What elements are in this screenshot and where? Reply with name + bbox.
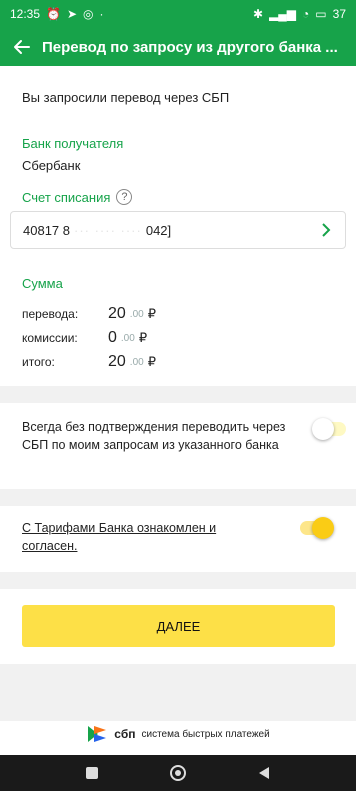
sum-row-currency: ₽: [147, 306, 156, 321]
recent-apps-icon[interactable]: [86, 767, 98, 779]
sbp-footer: сбп система быстрых платежей: [0, 711, 356, 757]
sum-row-transfer: перевода: 20 .00 ₽: [22, 304, 322, 324]
bank-label: Банк получателя: [22, 136, 124, 151]
account-label: Счет списания: [22, 189, 111, 205]
status-time: 12:35: [10, 7, 41, 21]
sum-row-name: перевода:: [22, 307, 79, 321]
account-number-end: 042]: [145, 222, 172, 238]
sbp-logo-icon: [88, 726, 107, 742]
sum-row-integer: 20: [108, 353, 126, 370]
wifi-icon: ◔: [302, 7, 310, 21]
android-nav-bar: [0, 755, 356, 791]
tariffs-link[interactable]: С Тарифами Банка ознакомлен и согласен.: [22, 519, 272, 555]
sum-row-commission: комиссии: 0 .00 ₽: [22, 328, 322, 348]
navigation-icon: ➤: [66, 7, 78, 21]
sbp-description: система быстрых платежей: [141, 728, 270, 740]
confirm-toggle[interactable]: [312, 418, 346, 440]
notification-icon: ◎: [83, 7, 94, 21]
request-info-text: Вы запросили перевод через СБП: [22, 90, 230, 105]
next-button[interactable]: ДАЛЕЕ: [22, 605, 335, 647]
tariffs-toggle[interactable]: [300, 517, 334, 539]
sum-row-integer: 0: [108, 329, 117, 346]
sum-row-decimal: .00: [129, 356, 144, 368]
sum-row-name: комиссии:: [22, 331, 78, 345]
account-number-start: 40817 8: [23, 222, 70, 238]
bluetooth-icon: ✱: [253, 7, 264, 21]
sbp-brand: сбп: [114, 727, 136, 741]
back-arrow-icon[interactable]: [10, 35, 34, 59]
back-triangle-icon[interactable]: [258, 766, 270, 780]
dot-icon: ·: [99, 7, 104, 21]
help-icon[interactable]: ?: [116, 189, 133, 205]
alarm-icon: ⏰: [46, 7, 61, 21]
sum-row-currency: ₽: [147, 354, 156, 369]
account-select[interactable]: 40817 8 ··· ···· ···· 042]: [10, 211, 346, 249]
status-bar: 12:35 ⏰ ➤ ◎ · ✱ ▂▄▆ ◔ ▭ 37: [0, 0, 356, 28]
sum-row-integer: 20: [108, 305, 126, 322]
account-number-mask: ··· ···· ····: [74, 222, 142, 238]
home-icon[interactable]: [170, 765, 186, 781]
toggle-knob: [312, 517, 334, 539]
chevron-right-icon: [322, 223, 331, 237]
sum-row-total: итого: 20 .00 ₽: [22, 352, 322, 372]
divider: [0, 386, 356, 403]
app-bar: Перевод по запросу из другого банка ...: [0, 28, 356, 66]
bank-value: Сбербанк: [22, 158, 81, 173]
sum-row-decimal: .00: [120, 332, 135, 344]
toggle-knob: [312, 418, 334, 440]
sum-row-decimal: .00: [129, 308, 144, 320]
battery-level: 37: [332, 7, 346, 21]
divider: [0, 489, 356, 506]
sum-row-name: итого:: [22, 355, 55, 369]
divider: [0, 572, 356, 589]
page-title: Перевод по запросу из другого банка ...: [42, 38, 338, 56]
confirm-toggle-label: Всегда без подтверждения переводить чере…: [22, 420, 286, 452]
sum-row-currency: ₽: [138, 330, 148, 345]
battery-icon: ▭: [315, 7, 327, 21]
account-label-row: Счет списания ?: [22, 189, 133, 205]
account-number: 40817 8 ··· ···· ···· 042]: [23, 223, 171, 238]
signal-icon: ▂▄▆: [269, 7, 297, 21]
sum-label: Сумма: [22, 276, 63, 291]
